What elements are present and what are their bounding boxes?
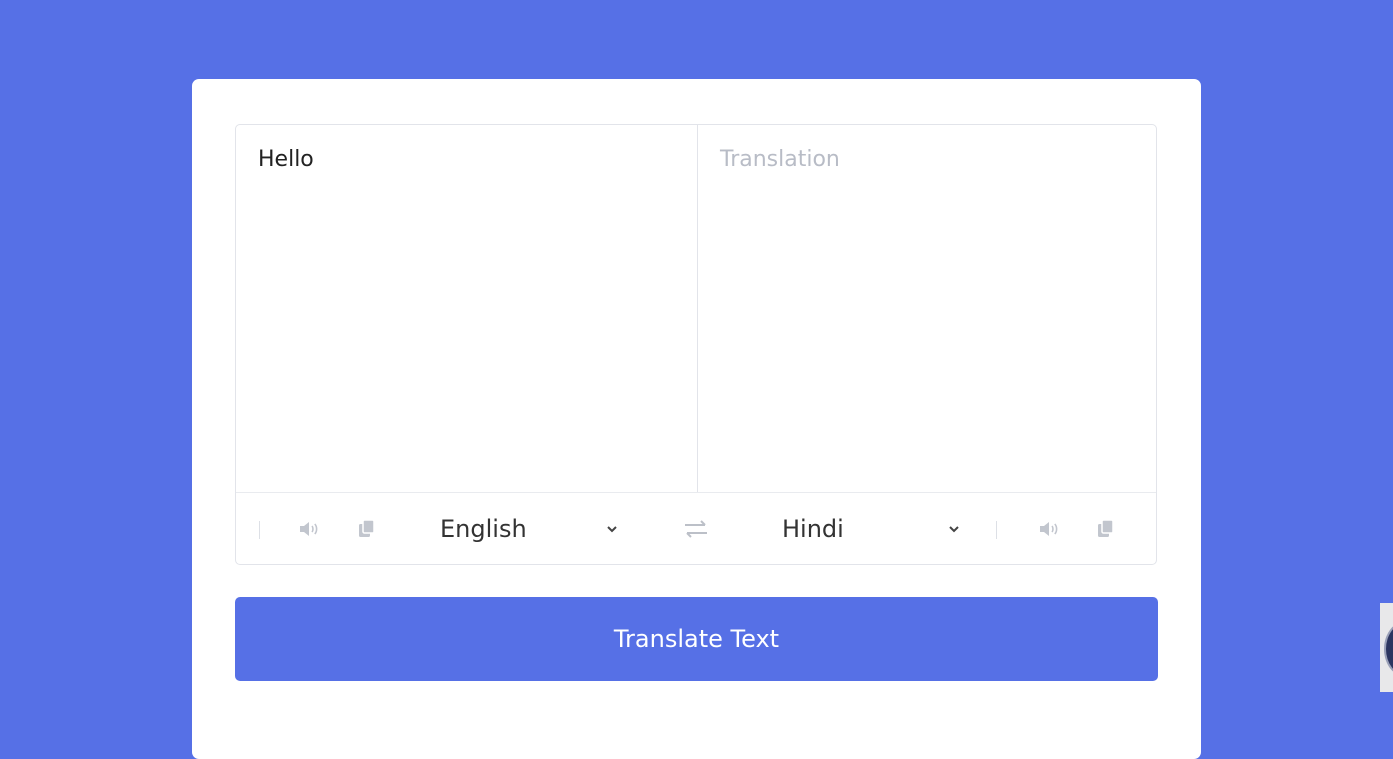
- chevron-down-icon: [607, 526, 617, 533]
- floating-widget[interactable]: [1380, 603, 1393, 692]
- divider: [259, 521, 260, 539]
- to-language-label: Hindi: [782, 515, 844, 543]
- text-panel: English Hindi: [235, 124, 1157, 565]
- to-copy-icon[interactable]: [1094, 493, 1118, 565]
- from-copy-icon[interactable]: [355, 493, 379, 565]
- avatar: [1384, 621, 1393, 677]
- translate-button[interactable]: Translate Text: [235, 597, 1158, 681]
- swap-languages-icon[interactable]: [680, 493, 712, 565]
- from-speaker-icon[interactable]: [296, 493, 322, 565]
- divider: [996, 521, 997, 539]
- from-language-label: English: [440, 515, 527, 543]
- to-text-output[interactable]: [698, 125, 1156, 492]
- to-speaker-icon[interactable]: [1036, 493, 1062, 565]
- from-language-select[interactable]: English: [440, 505, 626, 553]
- chevron-down-icon: [949, 526, 959, 533]
- language-controls: English Hindi: [236, 492, 1156, 564]
- to-language-select[interactable]: Hindi: [782, 505, 968, 553]
- translator-card: English Hindi: [192, 79, 1201, 759]
- from-text-input[interactable]: [236, 125, 698, 492]
